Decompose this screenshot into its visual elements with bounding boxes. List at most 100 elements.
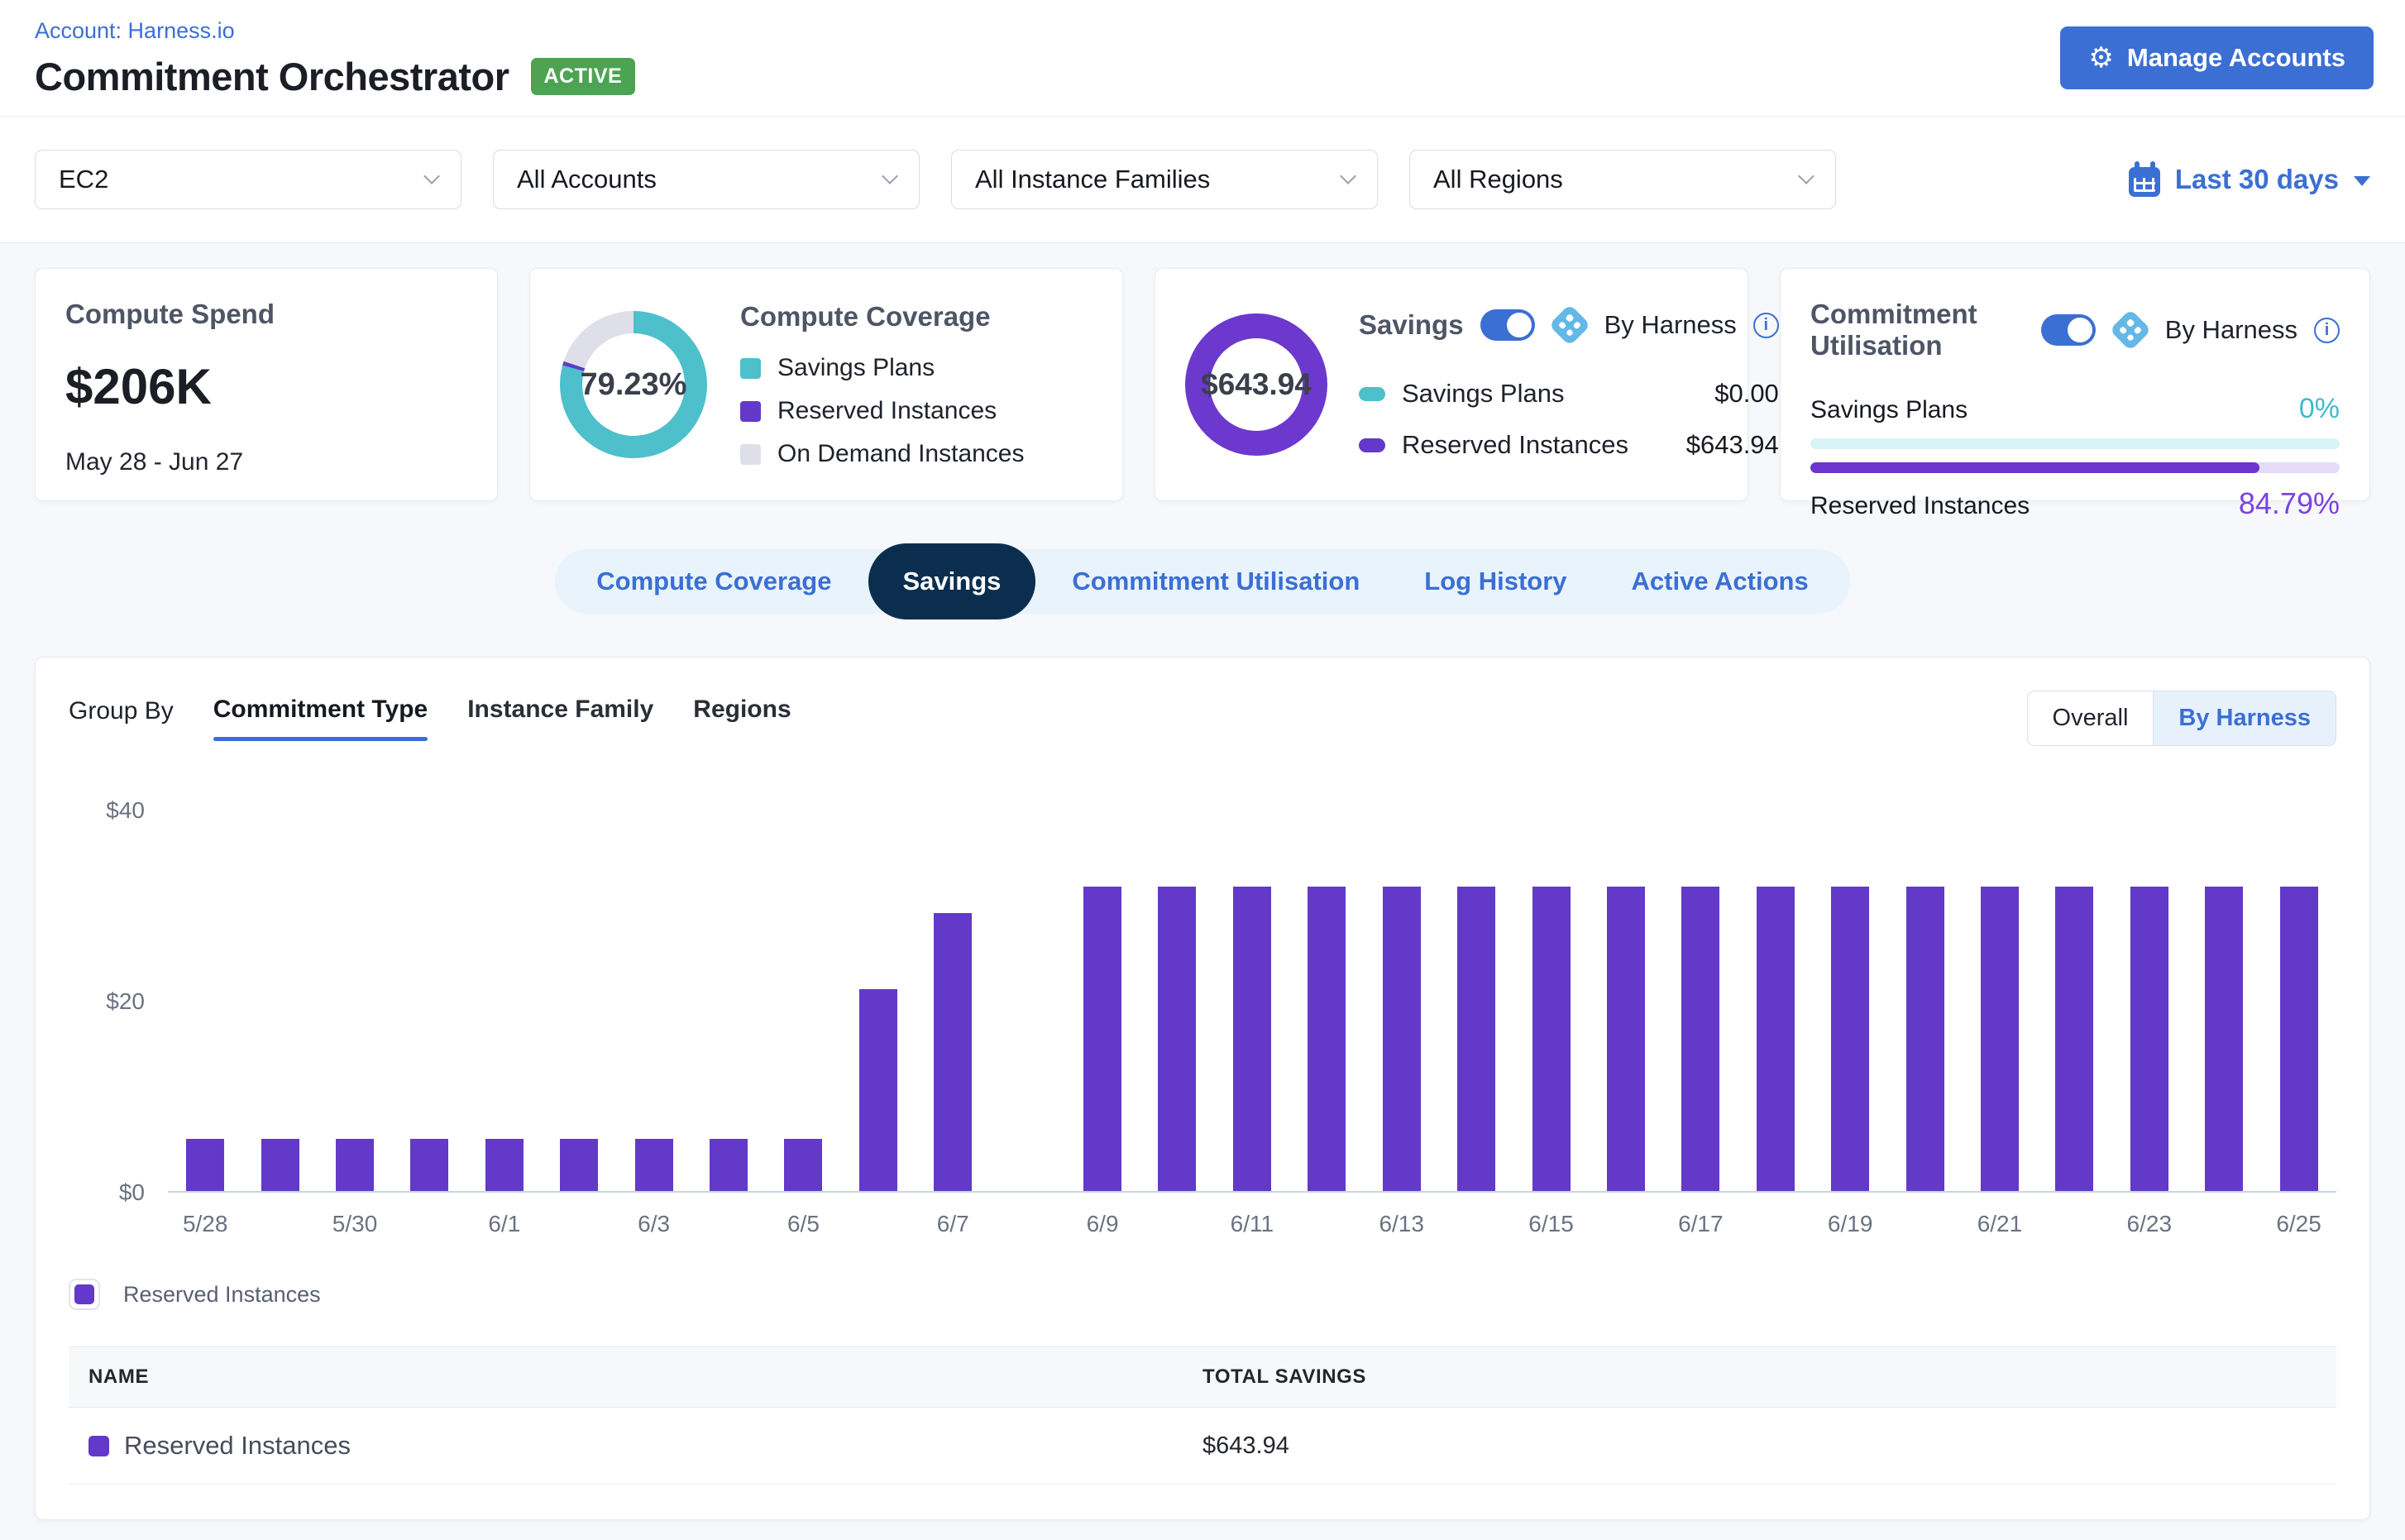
bar-5/31[interactable]	[410, 1139, 448, 1191]
x-tick	[242, 1211, 317, 1237]
bar-6/23[interactable]	[2130, 887, 2168, 1191]
coverage-donut: 79.23%	[560, 311, 707, 458]
utilisation-sp-value: 0%	[2299, 393, 2340, 425]
bar-6/2[interactable]	[560, 1139, 598, 1191]
savings-row-savings-plans: Savings Plans$0.00	[1359, 379, 1779, 409]
bar-6/22[interactable]	[2055, 887, 2093, 1191]
x-tick: 6/7	[916, 1211, 990, 1237]
bar-6/10[interactable]	[1158, 887, 1196, 1191]
reserved-instances-swatch	[740, 401, 761, 422]
reserved-instances-swatch	[88, 1436, 109, 1456]
bar-6/18[interactable]	[1757, 887, 1795, 1191]
bar-6/20[interactable]	[1906, 887, 1944, 1191]
filter-accounts-value: All Accounts	[517, 165, 657, 194]
filter-bar: EC2 All Accounts All Instance Families All …	[0, 117, 2405, 243]
tab-log-history[interactable]: Log History	[1394, 567, 1596, 596]
savings-by-harness-toggle[interactable]	[1480, 309, 1535, 341]
page-title: Commitment Orchestrator	[35, 54, 509, 99]
bar-6/5[interactable]	[784, 1139, 822, 1191]
tab-active-actions[interactable]: Active Actions	[1602, 567, 1838, 596]
table-header-total-savings: TOTAL SAVINGS	[1202, 1365, 2317, 1389]
group-by-regions[interactable]: Regions	[693, 696, 791, 741]
tab-compute-coverage[interactable]: Compute Coverage	[567, 567, 861, 596]
filter-accounts-select[interactable]: All Accounts	[493, 150, 920, 209]
x-tick	[2187, 1211, 2261, 1237]
compute-spend-title: Compute Spend	[65, 299, 467, 330]
compute-spend-period: May 28 - Jun 27	[65, 448, 467, 476]
bar-6/12[interactable]	[1308, 887, 1346, 1191]
x-tick	[1887, 1211, 1962, 1237]
x-tick: 6/5	[766, 1211, 840, 1237]
bar-6/17[interactable]	[1681, 887, 1719, 1191]
status-badge: ACTIVE	[531, 58, 636, 95]
bar-6/13[interactable]	[1383, 887, 1421, 1191]
bar-6/21[interactable]	[1981, 887, 2019, 1191]
chart-legend: Reserved Instances	[69, 1279, 2336, 1310]
x-tick: 6/13	[1365, 1211, 1439, 1237]
tab-commitment-utilisation[interactable]: Commitment Utilisation	[1042, 567, 1389, 596]
bar-6/15[interactable]	[1532, 887, 1571, 1191]
account-link[interactable]: Account: Harness.io	[35, 18, 235, 44]
x-tick: 6/17	[1663, 1211, 1738, 1237]
table-row[interactable]: Reserved Instances$643.94	[69, 1408, 2336, 1485]
chart-x-axis: 5/285/306/16/36/56/76/96/116/136/156/176…	[168, 1211, 2336, 1237]
chevron-down-icon	[423, 168, 440, 184]
bar-6/24[interactable]	[2205, 887, 2243, 1191]
compute-spend-amount: $206K	[65, 358, 467, 415]
utilisation-ri-bar-fill	[1810, 462, 2259, 473]
coverage-legend-item: Savings Plans	[740, 354, 1093, 382]
coverage-donut-center: 79.23%	[560, 311, 707, 458]
bar-5/29[interactable]	[261, 1139, 299, 1191]
table-header-name: NAME	[88, 1365, 1202, 1389]
savings-row-reserved-instances: Reserved Instances$643.94	[1359, 430, 1779, 460]
reserved-instances-swatch	[74, 1284, 94, 1304]
bar-6/14[interactable]	[1457, 887, 1495, 1191]
legend-checkbox-reserved-instances[interactable]	[69, 1279, 100, 1310]
x-tick	[1140, 1211, 1214, 1237]
caret-down-icon	[2354, 176, 2370, 186]
chart-plot-area	[168, 811, 2336, 1193]
view-toggle-by-harness[interactable]: By Harness	[2153, 691, 2336, 745]
filter-service-select[interactable]: EC2	[35, 150, 461, 209]
savings-plans-swatch	[740, 358, 761, 379]
bar-6/9[interactable]	[1083, 887, 1121, 1191]
info-icon[interactable]	[2314, 318, 2340, 343]
utilisation-ri-label: Reserved Instances	[1810, 492, 2030, 520]
group-by-label: Group By	[69, 696, 174, 725]
reserved-instances-swatch	[1359, 438, 1385, 452]
x-tick: 6/21	[1963, 1211, 2037, 1237]
utilisation-ri-bar	[1810, 462, 2340, 473]
chart-y-axis: $0$20$40	[69, 811, 168, 1193]
bar-6/1[interactable]	[485, 1139, 524, 1191]
view-toggle-overall[interactable]: Overall	[2028, 691, 2154, 745]
bar-6/16[interactable]	[1607, 887, 1645, 1191]
savings-card: $643.94 Savings By Harness Savings Plans…	[1155, 268, 1748, 501]
bar-6/4[interactable]	[710, 1139, 748, 1191]
x-tick	[542, 1211, 616, 1237]
utilisation-by-harness-toggle[interactable]	[2041, 314, 2096, 346]
y-tick: $40	[106, 797, 145, 824]
calendar-icon	[2129, 167, 2160, 197]
bar-6/7[interactable]	[934, 913, 972, 1191]
commitment-utilisation-title: Commitment Utilisation	[1810, 299, 2025, 361]
filter-instance-families-select[interactable]: All Instance Families	[951, 150, 1378, 209]
date-range-picker[interactable]: Last 30 days	[2129, 162, 2370, 197]
bar-6/25[interactable]	[2280, 887, 2318, 1191]
bar-5/28[interactable]	[186, 1139, 224, 1191]
manage-accounts-button[interactable]: ⚙ Manage Accounts	[2060, 26, 2374, 89]
bar-6/19[interactable]	[1831, 887, 1869, 1191]
bar-5/30[interactable]	[336, 1139, 374, 1191]
bar-6/3[interactable]	[635, 1139, 673, 1191]
group-by-instance-family[interactable]: Instance Family	[467, 696, 653, 741]
filter-regions-select[interactable]: All Regions	[1409, 150, 1836, 209]
view-toggle: OverallBy Harness	[2027, 691, 2336, 746]
bar-6/11[interactable]	[1233, 887, 1271, 1191]
group-by-commitment-type[interactable]: Commitment Type	[213, 696, 428, 741]
coverage-legend-item: Reserved Instances	[740, 397, 1093, 425]
info-icon[interactable]	[1753, 313, 1779, 338]
bar-6/6[interactable]	[859, 989, 897, 1191]
compute-spend-card: Compute Spend $206K May 28 - Jun 27	[35, 268, 498, 501]
tab-savings[interactable]: Savings	[868, 543, 1036, 619]
x-tick: 6/1	[467, 1211, 542, 1237]
savings-bar-chart: $0$20$40 5/285/306/16/36/56/76/96/116/13…	[69, 811, 2336, 1237]
